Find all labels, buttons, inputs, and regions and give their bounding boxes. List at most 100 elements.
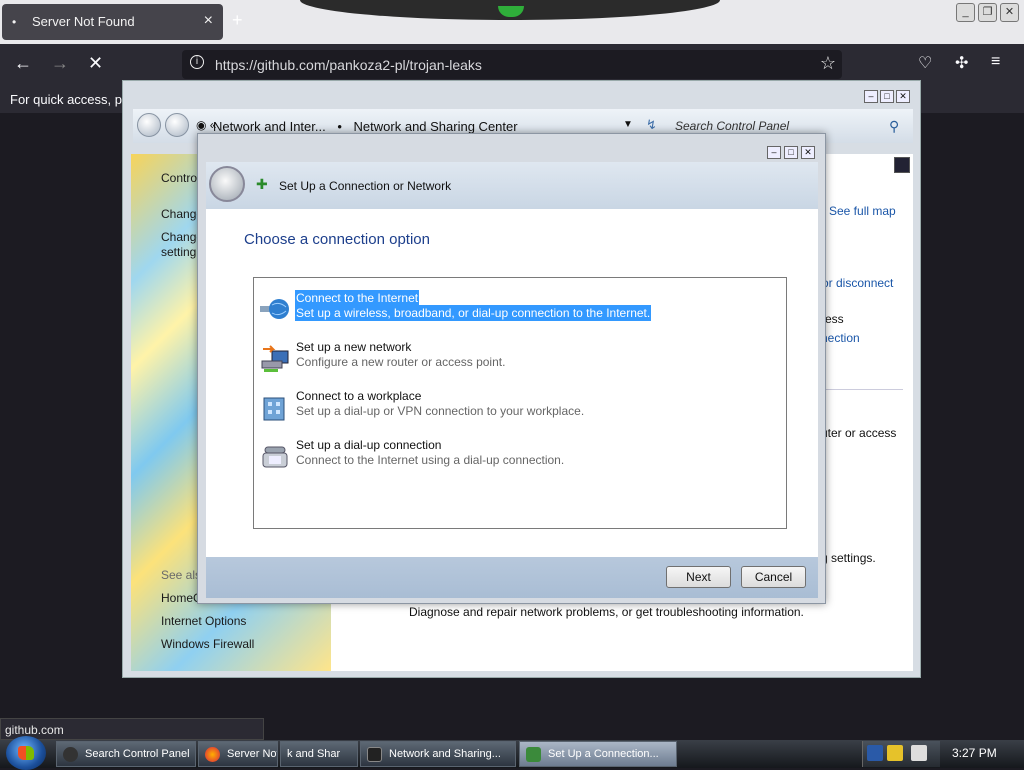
sidebar-change-advanced-link-2[interactable]: setting (161, 245, 196, 259)
dlg-close-button[interactable]: ✕ (801, 146, 815, 159)
cp-close-button[interactable]: ✕ (896, 90, 910, 103)
settings-fragment: g settings. (821, 551, 876, 565)
cp-maximize-button[interactable]: □ (880, 90, 894, 103)
workplace-building-icon (263, 397, 285, 421)
option-description: Set up a wireless, broadband, or dial-up… (295, 305, 652, 321)
cp-forward-icon[interactable] (165, 113, 189, 137)
setup-connection-dialog: – □ ✕ ✚ Set Up a Connection or Network C… (197, 133, 826, 604)
start-button[interactable] (6, 736, 46, 770)
help-icon[interactable] (894, 157, 910, 173)
tab-title: Server Not Found (32, 14, 135, 29)
cp-search-placeholder: Search Control Panel (675, 119, 790, 133)
breadcrumb[interactable]: Network and Inter... • Network and Shari… (213, 119, 518, 134)
menu-icon[interactable]: ≡ (991, 53, 1000, 71)
option-title: Connect to the Internet (295, 290, 420, 306)
connect-disconnect-link[interactable]: or disconnect (822, 276, 893, 290)
minimize-button[interactable]: _ (956, 3, 975, 22)
control-panel-icon (63, 747, 78, 762)
action-center-icon[interactable] (887, 745, 903, 761)
forward-icon[interactable]: → (51, 53, 69, 74)
dialog-heading: Choose a connection option (244, 231, 430, 248)
search-icon[interactable]: ⚲ (889, 118, 899, 135)
sidebar-internet-options-link[interactable]: Internet Options (161, 614, 246, 628)
new-tab-icon[interactable]: + (232, 10, 243, 31)
close-button[interactable]: ✕ (1000, 3, 1019, 22)
windows-logo-icon (18, 746, 34, 760)
dialog-back-icon[interactable] (209, 166, 245, 202)
taskbar-item-label: Set Up a Connection... (548, 748, 659, 760)
option-connect-internet[interactable]: Connect to the Internet Set up a wireles… (254, 288, 786, 332)
breadcrumb-separator: • (337, 119, 342, 134)
cancel-button[interactable]: Cancel (741, 566, 806, 588)
option-description: Connect to the Internet using a dial-up … (296, 453, 565, 467)
taskbar-item-label: Search Control Panel (85, 748, 190, 760)
taskbar-item-label: Server Not F (227, 748, 278, 760)
bookmarks-hint: For quick access, plac (10, 92, 139, 107)
extensions-icon[interactable]: ✣ (955, 53, 968, 73)
taskbar-item-sharing-partial[interactable]: k and Shar (280, 741, 358, 767)
option-new-network[interactable]: Set up a new network Configure a new rou… (254, 337, 786, 381)
cp-search-box[interactable]: Search Control Panel ⚲ (675, 118, 899, 134)
network-tray-icon[interactable] (911, 745, 927, 761)
see-full-map-link[interactable]: See full map (829, 204, 896, 218)
dlg-maximize-button[interactable]: □ (784, 146, 798, 159)
globe-icon (260, 299, 289, 319)
browser-tab-strip: • Server Not Found × + _ ❐ ✕ (0, 0, 1024, 44)
breadcrumb-sharing-center[interactable]: Network and Sharing Center (354, 119, 518, 134)
clock[interactable]: 3:27 PM (952, 746, 997, 760)
site-info-icon[interactable]: i (190, 55, 204, 69)
taskbar-item-network-sharing[interactable]: Network and Sharing... (360, 741, 516, 767)
browser-navbar: ← → ✕ i https://github.com/pankoza2-pl/t… (0, 44, 1024, 85)
system-tray (862, 741, 940, 767)
dialog-footer: Next Cancel (206, 557, 818, 598)
bookmark-star-icon[interactable]: ☆ (820, 53, 836, 74)
url-text[interactable]: https://github.com/pankoza2-pl/trojan-le… (215, 57, 482, 73)
back-icon[interactable]: ← (14, 53, 32, 74)
sidebar-see-also: See als (161, 568, 202, 582)
option-description: Set up a dial-up or VPN connection to yo… (296, 404, 585, 418)
cp-minimize-button[interactable]: – (864, 90, 878, 103)
access-type-fragment: ess (825, 312, 844, 326)
option-connect-workplace[interactable]: Connect to a workplace Set up a dial-up … (254, 386, 786, 430)
url-bar[interactable]: i https://github.com/pankoza2-pl/trojan-… (182, 50, 842, 79)
troubleshoot-description: Diagnose and repair network problems, or… (409, 605, 804, 619)
connection-options-list: Connect to the Internet Set up a wireles… (253, 277, 787, 529)
dialog-title: Set Up a Connection or Network (279, 179, 452, 193)
connection-link[interactable]: nection (821, 331, 860, 345)
taskbar: Search Control Panel Server Not F k and … (0, 736, 1024, 770)
dlg-minimize-button[interactable]: – (767, 146, 781, 159)
tab-close-icon[interactable]: × (204, 12, 213, 30)
divider (821, 389, 903, 390)
option-description: Configure a new router or access point. (296, 355, 506, 369)
option-title: Set up a dial-up connection (296, 438, 442, 452)
refresh-icon[interactable]: ↯ (646, 117, 657, 133)
browser-status-bar: github.com (0, 718, 264, 740)
tab-favicon-icon: • (12, 15, 17, 29)
taskbar-item-label: Network and Sharing... (389, 748, 501, 760)
telephone-icon (262, 446, 288, 468)
window-decoration (300, 0, 720, 20)
sidebar-control-link[interactable]: Contro (161, 171, 197, 185)
taskbar-item-firefox[interactable]: Server Not F (198, 741, 278, 767)
network-wizard-icon: ✚ (256, 176, 268, 192)
sidebar-windows-firewall-link[interactable]: Windows Firewall (161, 637, 254, 651)
next-button[interactable]: Next (666, 566, 731, 588)
setup-connection-icon (526, 747, 541, 762)
browser-tab[interactable]: • Server Not Found × (2, 4, 223, 40)
history-dropdown-icon[interactable]: ▼ (623, 119, 633, 130)
firefox-icon (205, 747, 220, 762)
stop-icon[interactable]: ✕ (88, 53, 103, 74)
restore-button[interactable]: ❐ (978, 3, 997, 22)
pocket-icon[interactable]: ♡ (918, 53, 932, 73)
dialog-body: Choose a connection option Connect to th… (206, 209, 818, 557)
taskbar-item-label: k and Shar (287, 748, 341, 760)
network-center-icon (367, 747, 382, 762)
option-dialup[interactable]: Set up a dial-up connection Connect to t… (254, 435, 786, 479)
taskbar-item-search[interactable]: Search Control Panel (56, 741, 196, 767)
network-router-icon (261, 345, 289, 372)
breadcrumb-network-internet[interactable]: Network and Inter... (213, 119, 326, 134)
cp-back-icon[interactable] (137, 113, 161, 137)
security-shield-icon[interactable] (867, 745, 883, 761)
router-access-fragment: uter or access (821, 426, 897, 440)
taskbar-item-setup-connection[interactable]: Set Up a Connection... (519, 741, 677, 767)
